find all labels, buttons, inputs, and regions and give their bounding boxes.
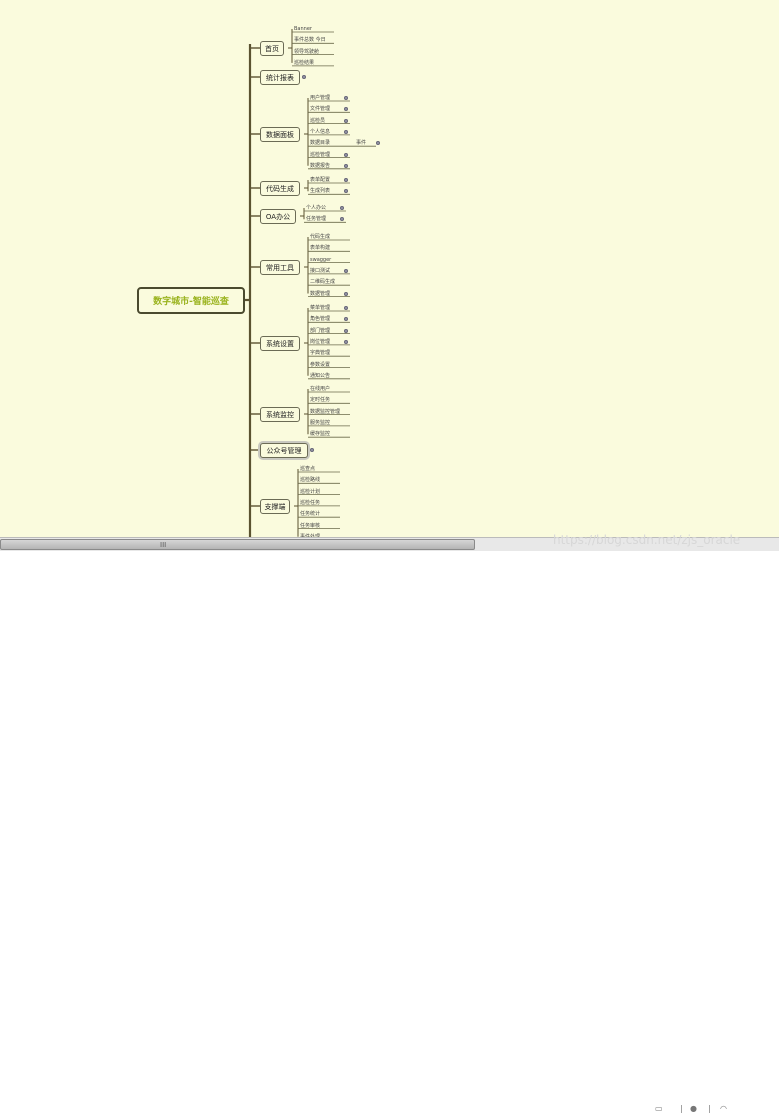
leaf-node[interactable]: 数据监控管理 — [310, 409, 340, 415]
leaf-node[interactable]: 数据报告 — [310, 163, 330, 169]
leaf-node[interactable]: 巡检任务 — [300, 500, 320, 506]
leaf-node[interactable]: 代码生成 — [310, 234, 330, 240]
leaf-node[interactable]: 巡检管理 — [310, 152, 330, 158]
expand-dot-icon[interactable] — [344, 152, 348, 157]
mindmap-canvas: 数字城市-智能巡查 首页 Banner 事件总数 今日 领导驾驶舱巡检结果统计报表数据… — [0, 0, 779, 537]
branch-node[interactable]: 数据面板 — [260, 127, 300, 142]
leaf-node[interactable]: 服务监控 — [310, 420, 330, 426]
leaf-node[interactable]: 缓存监控 — [310, 431, 330, 437]
leaf-node[interactable]: 接口测试 — [310, 268, 330, 274]
leaf-node[interactable]: 数据管理 — [310, 291, 330, 297]
branch-node[interactable]: 代码生成 — [260, 181, 300, 196]
leaf-node[interactable]: Banner — [294, 26, 312, 32]
leaf-node[interactable]: 岗位管理 — [310, 339, 330, 345]
expand-dot-icon[interactable] — [344, 339, 348, 344]
scrollbar-thumb[interactable]: III — [0, 539, 475, 550]
leaf-node[interactable]: 巡检路线 — [300, 477, 320, 483]
leaf-node[interactable]: 事件 — [356, 140, 366, 146]
leaf-node[interactable]: 任务管理 — [306, 216, 326, 222]
leaf-node[interactable]: 部门管理 — [310, 328, 330, 334]
leaf-node[interactable]: 巡检计划 — [300, 489, 320, 495]
leaf-node[interactable]: 个人办公 — [306, 205, 326, 211]
status-bar: ▭ | ● | ◠ — [0, 551, 779, 1113]
leaf-node[interactable]: 领导驾驶舱 — [294, 49, 319, 55]
fit-icon[interactable]: ◠ — [720, 1105, 727, 1113]
watermark: https://blog.csdn.net/zjs_oracle — [553, 533, 741, 547]
branch-node[interactable]: 系统设置 — [260, 336, 300, 351]
leaf-node[interactable]: 角色管理 — [310, 316, 330, 322]
expand-dot-icon[interactable] — [344, 129, 348, 134]
leaf-node[interactable]: 巡检员 — [310, 118, 325, 124]
scrollbar-grip: III — [160, 541, 167, 549]
leaf-node[interactable]: 任务审核 — [300, 523, 320, 529]
leaf-node[interactable]: 字典管理 — [310, 350, 330, 356]
leaf-node[interactable]: 任务统计 — [300, 511, 320, 517]
leaf-node[interactable]: 事件总数 今日 — [294, 37, 326, 43]
leaf-node[interactable]: 表单配置 — [310, 177, 330, 183]
leaf-node[interactable]: 在线用户 — [310, 386, 330, 392]
leaf-node[interactable]: 巡查点 — [300, 466, 315, 472]
leaf-node[interactable]: swagger — [310, 257, 331, 263]
branch-node[interactable]: 系统监控 — [260, 407, 300, 422]
leaf-node[interactable]: 二维码生成 — [310, 279, 335, 285]
leaf-node[interactable]: 文件管理 — [310, 106, 330, 112]
separator-icon: | — [680, 1104, 683, 1113]
leaf-node[interactable]: 数据目录 — [310, 140, 330, 146]
expand-dot-icon[interactable] — [344, 178, 348, 182]
leaf-node[interactable]: 表单构建 — [310, 245, 330, 251]
leaf-node[interactable]: 用户管理 — [310, 95, 330, 101]
branch-node[interactable]: 统计报表 — [260, 70, 300, 85]
zoom-icon[interactable]: ● — [690, 1105, 697, 1113]
leaf-node[interactable]: 通知公告 — [310, 373, 330, 379]
expand-dot-icon[interactable] — [344, 306, 348, 310]
expand-dot-icon[interactable] — [344, 268, 348, 273]
branch-node[interactable]: OA办公 — [260, 209, 296, 224]
expand-dot-icon[interactable] — [344, 163, 348, 168]
branch-node[interactable]: 公众号管理 — [260, 443, 308, 458]
root-node[interactable]: 数字城市-智能巡查 — [137, 287, 245, 314]
branch-node[interactable]: 首页 — [260, 41, 284, 56]
expand-dot-icon[interactable] — [344, 118, 348, 123]
zoom-out-icon[interactable]: ▭ — [655, 1105, 663, 1113]
expand-dot-icon[interactable] — [344, 96, 348, 100]
expand-dot-icon[interactable] — [302, 75, 306, 79]
branch-node[interactable]: 支撑端 — [260, 499, 290, 514]
connector-lines — [245, 29, 376, 537]
branch-node[interactable]: 常用工具 — [260, 260, 300, 275]
expand-dot-icon[interactable] — [310, 448, 314, 452]
leaf-node[interactable]: 巡检结果 — [294, 60, 314, 66]
separator-icon: | — [708, 1104, 711, 1113]
leaf-node[interactable]: 个人信息 — [310, 129, 330, 135]
expand-dot-icon[interactable] — [344, 291, 348, 296]
leaf-node[interactable]: 菜单管理 — [310, 305, 330, 311]
expand-dot-icon[interactable] — [344, 328, 348, 333]
leaf-node[interactable]: 定时任务 — [310, 397, 330, 403]
leaf-node[interactable]: 生成列表 — [310, 188, 330, 194]
leaf-node[interactable]: 参数设置 — [310, 362, 330, 368]
expand-dot-icon[interactable] — [340, 206, 344, 210]
